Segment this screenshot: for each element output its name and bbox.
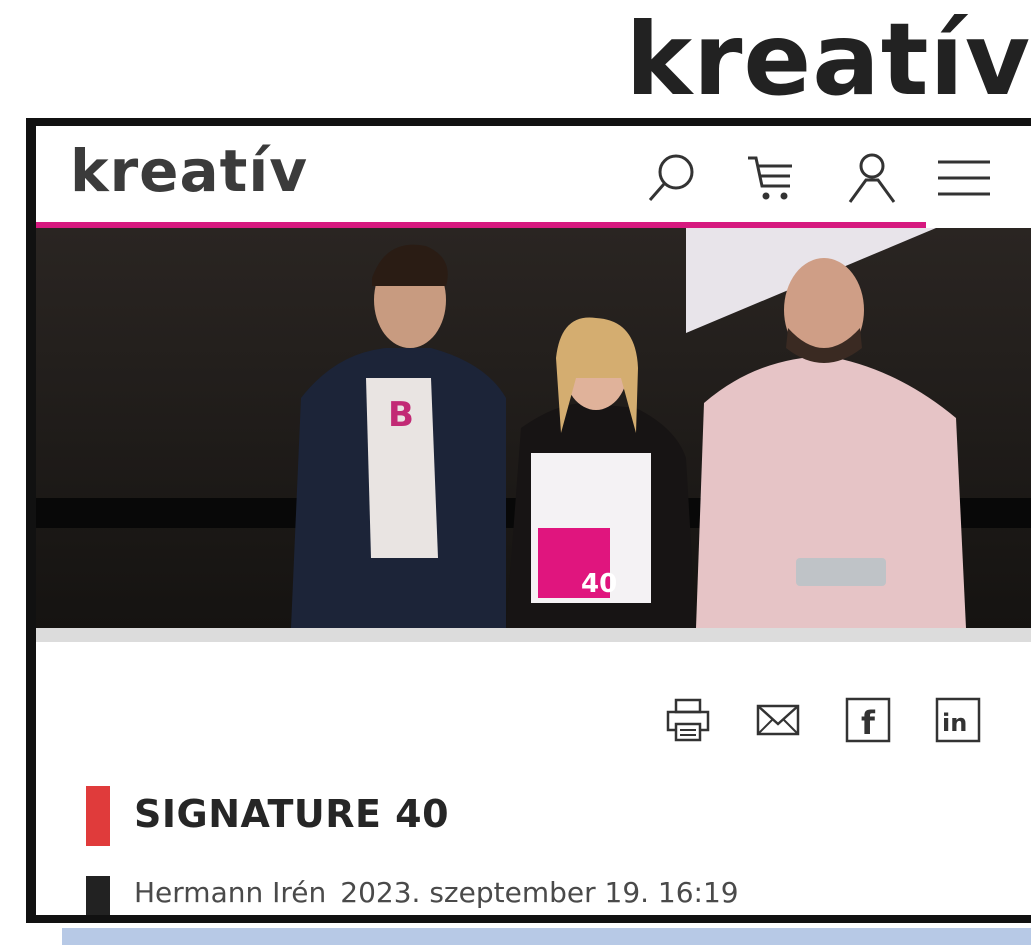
- site-header: kreatív: [36, 126, 1031, 221]
- menu-icon[interactable]: [936, 150, 992, 206]
- linkedin-icon[interactable]: in: [934, 696, 982, 744]
- hero-bottom-band: [36, 628, 1031, 642]
- article-meta-row: Hermann Irén 2023. szeptember 19. 16:19: [86, 872, 986, 915]
- search-icon[interactable]: [644, 150, 700, 206]
- article-author[interactable]: Hermann Irén: [134, 876, 326, 909]
- print-icon[interactable]: [664, 696, 712, 744]
- email-icon[interactable]: [754, 696, 802, 744]
- article-title-row: SIGNATURE 40: [86, 786, 986, 846]
- user-icon[interactable]: [844, 150, 900, 206]
- facebook-letter: f: [861, 704, 876, 742]
- header-icons: [644, 150, 1024, 206]
- bottom-blue-strip: [62, 928, 1031, 945]
- article-title: SIGNATURE 40: [134, 792, 450, 836]
- phone-screenshot-frame: kreatív B 40 f in SIGNATURE 40 Hermann I…: [26, 118, 1031, 923]
- title-accent-bar: [86, 786, 110, 846]
- kreativ-big-logo: kreatív: [625, 1, 1031, 118]
- trophy-number: 40: [581, 569, 617, 599]
- article-date: 2023. szeptember 19. 16:19: [340, 876, 739, 909]
- meta-accent-bar: [86, 876, 110, 915]
- cart-icon[interactable]: [744, 150, 800, 206]
- hero-image[interactable]: B 40: [36, 228, 1031, 628]
- svg-text:B: B: [388, 395, 414, 435]
- linkedin-text: in: [942, 709, 967, 737]
- article-meta: Hermann Irén 2023. szeptember 19. 16:19: [134, 876, 739, 909]
- site-logo[interactable]: kreatív: [70, 136, 308, 206]
- facebook-icon[interactable]: f: [844, 696, 892, 744]
- share-toolbar: f in: [664, 696, 1024, 748]
